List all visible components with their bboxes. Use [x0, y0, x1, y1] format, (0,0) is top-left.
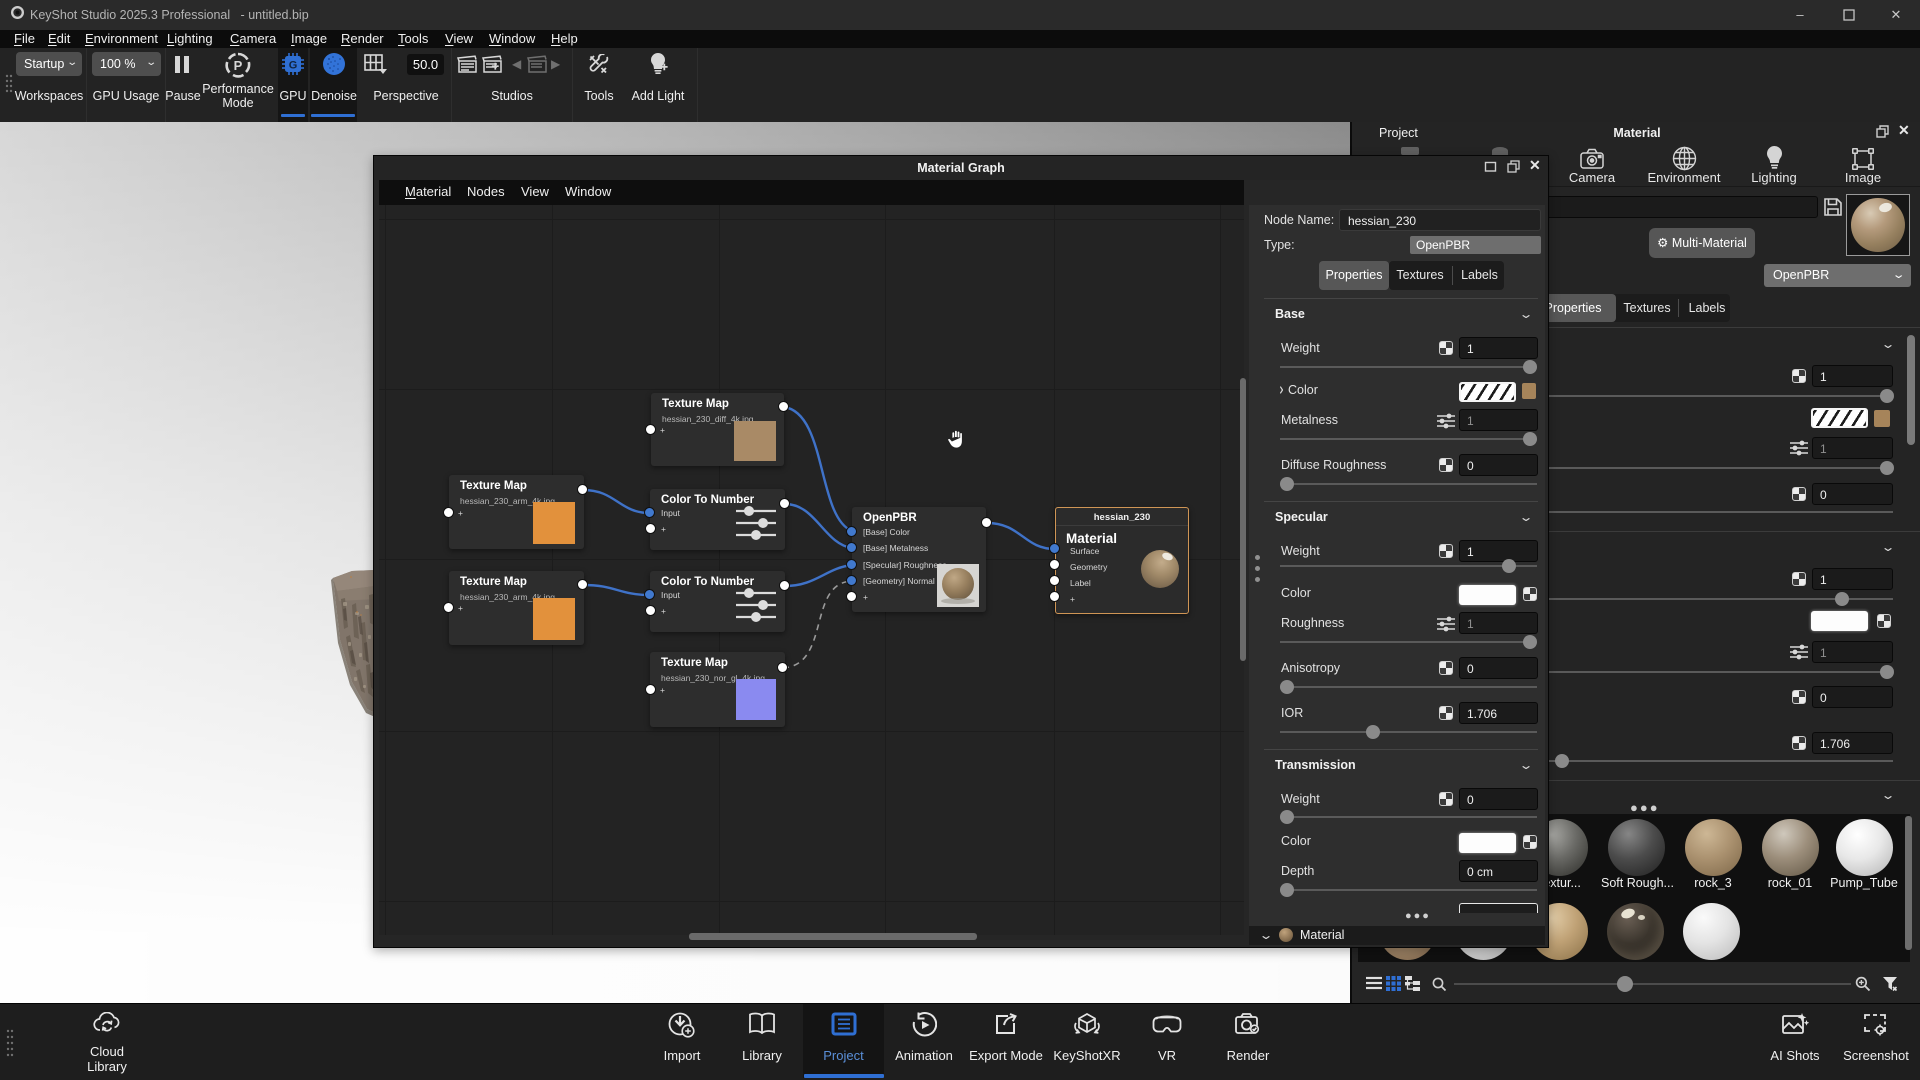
- svg-text:G: G: [289, 60, 298, 72]
- svg-text:P: P: [234, 58, 243, 73]
